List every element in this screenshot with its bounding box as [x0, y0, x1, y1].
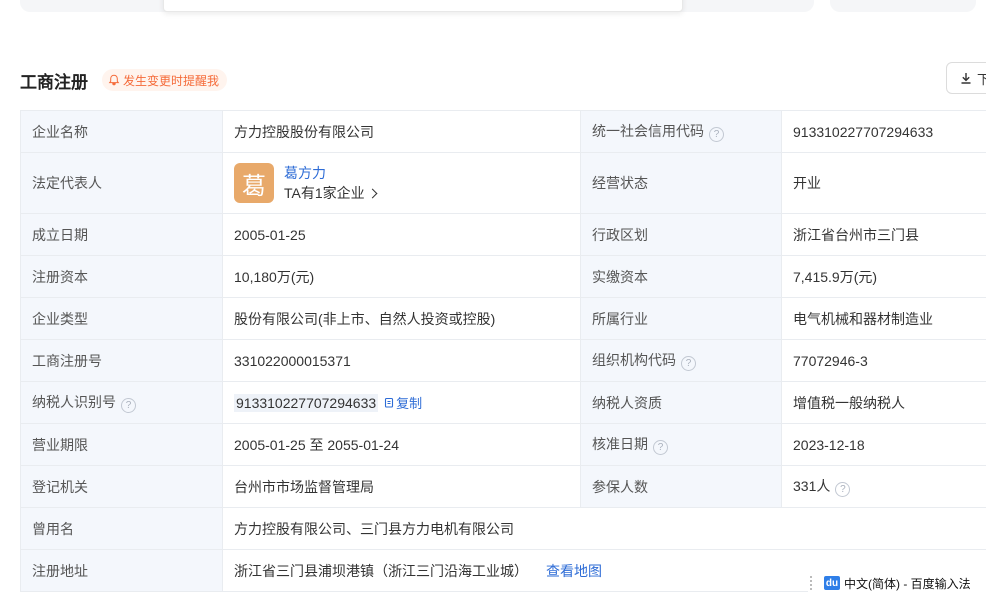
- view-map-link[interactable]: 查看地图: [546, 563, 602, 579]
- former-name-label: 曾用名: [21, 508, 223, 550]
- reg-capital-label: 注册资本: [21, 256, 223, 298]
- avatar[interactable]: 葛: [234, 163, 274, 203]
- section-title: 工商注册: [20, 68, 88, 93]
- download-label: 下: [977, 69, 986, 88]
- baidu-ime-icon: du: [824, 576, 840, 590]
- credit-code-label: 统一社会信用代码: [592, 123, 704, 139]
- taxpayer-id-label-cell: 纳税人识别号?: [21, 382, 223, 424]
- approval-date-label-cell: 核准日期?: [581, 424, 782, 466]
- status-label: 经营状态: [581, 153, 782, 214]
- copy-label: 复制: [396, 396, 422, 411]
- chevron-right-icon: [367, 189, 377, 199]
- credit-code-label-cell: 统一社会信用代码?: [581, 111, 782, 153]
- authority-label: 登记机关: [21, 466, 223, 508]
- help-icon[interactable]: ?: [835, 482, 850, 497]
- org-code-label-cell: 组织机构代码?: [581, 340, 782, 382]
- ime-label: 中文(简体) - 百度输入法: [844, 575, 971, 592]
- copy-button[interactable]: 复制: [384, 396, 422, 411]
- insured-label: 参保人数: [581, 466, 782, 508]
- help-icon[interactable]: ?: [121, 398, 136, 413]
- taxpayer-id-label: 纳税人识别号: [32, 394, 116, 410]
- insured-cell: 331人?: [782, 466, 986, 508]
- former-name-value: 方力控股有限公司、三门县方力电机有限公司: [223, 508, 986, 550]
- paid-capital-label: 实缴资本: [581, 256, 782, 298]
- company-type-value: 股份有限公司(非上市、自然人投资或控股): [223, 298, 581, 340]
- bell-icon: [108, 74, 120, 86]
- copy-icon: [384, 397, 396, 409]
- approval-date-label: 核准日期: [592, 436, 648, 452]
- table-row: 工商注册号 331022000015371 组织机构代码? 77072946-3: [21, 340, 986, 382]
- authority-value: 台州市市场监督管理局: [223, 466, 581, 508]
- download-icon: [959, 71, 973, 85]
- top-card-right: [830, 0, 976, 12]
- paid-capital-value: 7,415.9万(元): [782, 256, 986, 298]
- address-value: 浙江省三门县浦坝港镇（浙江三门沿海工业城）: [234, 563, 528, 579]
- business-registration-table: 企业名称 方力控股股份有限公司 统一社会信用代码? 91331022770729…: [20, 110, 986, 592]
- drag-handle[interactable]: [810, 576, 820, 590]
- download-button[interactable]: 下: [946, 62, 986, 94]
- legal-rep-companies-link[interactable]: TA有1家企业: [284, 183, 376, 203]
- taxpayer-qual-value: 增值税一般纳税人: [782, 382, 986, 424]
- legal-rep-name-link[interactable]: 葛方力: [284, 163, 376, 183]
- org-code-value: 77072946-3: [782, 340, 986, 382]
- term-value: 2005-01-25 至 2055-01-24: [223, 424, 581, 466]
- region-label: 行政区划: [581, 214, 782, 256]
- ime-status-bar[interactable]: du 中文(简体) - 百度输入法: [808, 572, 986, 594]
- taxpayer-qual-label: 纳税人资质: [581, 382, 782, 424]
- dropdown-popup: [163, 0, 683, 12]
- company-type-label: 企业类型: [21, 298, 223, 340]
- table-row: 法定代表人 葛 葛方力 TA有1家企业 经营状态 开业: [21, 153, 986, 214]
- insured-value: 331人: [793, 478, 830, 494]
- table-row: 曾用名 方力控股有限公司、三门县方力电机有限公司: [21, 508, 986, 550]
- legal-rep-label: 法定代表人: [21, 153, 223, 214]
- table-row: 纳税人识别号? 913310227707294633 复制 纳税人资质 增值税一般…: [21, 382, 986, 424]
- address-label: 注册地址: [21, 550, 223, 592]
- table-row: 企业名称 方力控股股份有限公司 统一社会信用代码? 91331022770729…: [21, 111, 986, 153]
- industry-label: 所属行业: [581, 298, 782, 340]
- region-value: 浙江省台州市三门县: [782, 214, 986, 256]
- taxpayer-id-value: 913310227707294633: [234, 394, 378, 412]
- approval-date-value: 2023-12-18: [782, 424, 986, 466]
- company-name-value: 方力控股股份有限公司: [223, 111, 581, 153]
- table-row: 登记机关 台州市市场监督管理局 参保人数 331人?: [21, 466, 986, 508]
- org-code-label: 组织机构代码: [592, 352, 676, 368]
- table-row: 企业类型 股份有限公司(非上市、自然人投资或控股) 所属行业 电气机械和器材制造…: [21, 298, 986, 340]
- legal-rep-cell: 葛 葛方力 TA有1家企业: [223, 153, 581, 214]
- industry-value: 电气机械和器材制造业: [782, 298, 986, 340]
- legal-rep-companies-label: TA有1家企业: [284, 185, 365, 201]
- term-label: 营业期限: [21, 424, 223, 466]
- reg-capital-value: 10,180万(元): [223, 256, 581, 298]
- help-icon[interactable]: ?: [709, 127, 724, 142]
- table-row: 成立日期 2005-01-25 行政区划 浙江省台州市三门县: [21, 214, 986, 256]
- status-value: 开业: [782, 153, 986, 214]
- table-row: 营业期限 2005-01-25 至 2055-01-24 核准日期? 2023-…: [21, 424, 986, 466]
- table-row: 注册资本 10,180万(元) 实缴资本 7,415.9万(元): [21, 256, 986, 298]
- reg-no-value: 331022000015371: [223, 340, 581, 382]
- credit-code-value: 913310227707294633: [782, 111, 986, 153]
- reg-no-label: 工商注册号: [21, 340, 223, 382]
- founded-value: 2005-01-25: [223, 214, 581, 256]
- help-icon[interactable]: ?: [681, 356, 696, 371]
- change-reminder-label: 发生变更时提醒我: [123, 72, 219, 89]
- company-name-label: 企业名称: [21, 111, 223, 153]
- founded-label: 成立日期: [21, 214, 223, 256]
- change-reminder-button[interactable]: 发生变更时提醒我: [102, 69, 227, 91]
- taxpayer-id-cell: 913310227707294633 复制: [223, 382, 581, 424]
- help-icon[interactable]: ?: [653, 440, 668, 455]
